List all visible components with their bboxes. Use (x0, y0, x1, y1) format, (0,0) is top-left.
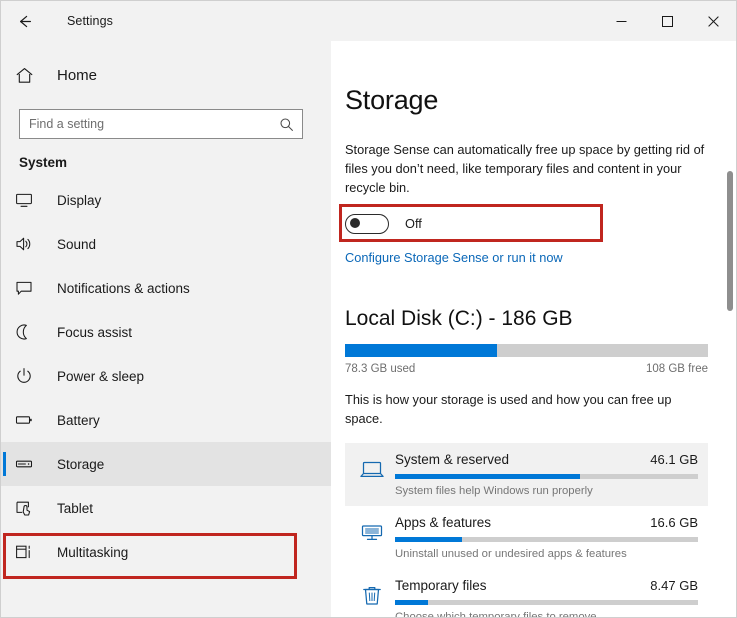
scrollbar-thumb[interactable] (727, 171, 733, 311)
storage-category-temporary-files[interactable]: Temporary files 8.47 GB Choose which tem… (345, 569, 708, 617)
storage-category-list: System & reserved 46.1 GB System files h… (345, 443, 708, 617)
category-usage-bar (395, 600, 698, 605)
category-name: System & reserved (395, 452, 509, 467)
storage-sense-toggle[interactable] (345, 214, 389, 234)
search-container (1, 95, 331, 139)
category-header: Temporary files 8.47 GB (395, 578, 698, 593)
sidebar-item-notifications[interactable]: Notifications & actions (1, 266, 331, 310)
back-button[interactable] (1, 1, 47, 41)
sidebar-item-power-sleep[interactable]: Power & sleep (1, 354, 331, 398)
sidebar-item-multitasking[interactable]: Multitasking (1, 530, 331, 574)
page-title: Storage (345, 85, 708, 116)
disk-usage-legend: 78.3 GB used 108 GB free (345, 363, 708, 375)
category-usage-bar-fill (395, 474, 580, 479)
sound-icon (15, 235, 43, 253)
category-header: Apps & features 16.6 GB (395, 515, 698, 530)
local-disk-title: Local Disk (C:) - 186 GB (345, 307, 708, 331)
category-usage-bar-fill (395, 600, 428, 605)
category-body: System & reserved 46.1 GB System files h… (395, 452, 698, 497)
storage-usage-description: This is how your storage is used and how… (345, 391, 695, 429)
title-bar: Settings (1, 1, 736, 41)
sidebar: Home System (1, 41, 331, 617)
sidebar-item-focus-assist[interactable]: Focus assist (1, 310, 331, 354)
battery-icon (15, 411, 43, 429)
minimize-button[interactable] (598, 1, 644, 41)
storage-sense-description: Storage Sense can automatically free up … (345, 141, 705, 198)
sidebar-item-label: Storage (57, 457, 104, 472)
sidebar-item-label: Sound (57, 237, 96, 252)
sidebar-home-label: Home (57, 67, 97, 84)
app-title: Settings (67, 14, 113, 28)
home-icon (15, 66, 43, 85)
category-size: 16.6 GB (650, 515, 698, 530)
moon-icon (15, 323, 43, 341)
close-button[interactable] (690, 1, 736, 41)
disk-usage-bar (345, 344, 708, 357)
storage-sense-toggle-state: Off (405, 216, 422, 231)
category-body: Temporary files 8.47 GB Choose which tem… (395, 578, 698, 617)
sidebar-item-label: Display (57, 193, 101, 208)
category-size: 46.1 GB (650, 452, 698, 467)
sidebar-item-label: Focus assist (57, 325, 132, 340)
disk-used-label: 78.3 GB used (345, 363, 415, 375)
sidebar-item-sound[interactable]: Sound (1, 222, 331, 266)
category-subtitle: Choose which temporary files to remove (395, 611, 698, 617)
configure-storage-sense-link[interactable]: Configure Storage Sense or run it now (345, 248, 563, 267)
window-controls (598, 1, 736, 41)
trash-icon (349, 578, 395, 609)
category-subtitle: Uninstall unused or undesired apps & fea… (395, 548, 698, 560)
power-icon (15, 367, 43, 385)
category-usage-bar (395, 537, 698, 542)
main-scrollbar[interactable] (727, 85, 733, 611)
category-name: Apps & features (395, 515, 491, 530)
toggle-knob (350, 218, 360, 228)
sidebar-item-battery[interactable]: Battery (1, 398, 331, 442)
sidebar-item-label: Tablet (57, 501, 93, 516)
configure-link-row: Configure Storage Sense or run it now (345, 248, 708, 267)
notifications-icon (15, 279, 43, 297)
search-input[interactable] (20, 110, 302, 138)
title-bar-drag-area (113, 1, 598, 41)
monitor-keyboard-icon (349, 515, 395, 546)
sidebar-item-label: Power & sleep (57, 369, 144, 384)
sidebar-item-tablet[interactable]: Tablet (1, 486, 331, 530)
main-content: Storage Storage Sense can automatically … (331, 41, 736, 617)
sidebar-item-display[interactable]: Display (1, 178, 331, 222)
sidebar-item-label: Notifications & actions (57, 281, 190, 296)
title-bar-left: Settings (1, 1, 113, 41)
sidebar-nav-list: Display Sound (1, 176, 331, 574)
sidebar-item-label: Multitasking (57, 545, 128, 560)
category-body: Apps & features 16.6 GB Uninstall unused… (395, 515, 698, 560)
window-body: Home System (1, 41, 736, 617)
disk-free-label: 108 GB free (646, 363, 708, 375)
sidebar-section-title: System (1, 139, 331, 176)
category-subtitle: System files help Windows run properly (395, 485, 698, 497)
category-usage-bar-fill (395, 537, 462, 542)
storage-category-system-reserved[interactable]: System & reserved 46.1 GB System files h… (345, 443, 708, 506)
sidebar-item-label: Battery (57, 413, 100, 428)
category-size: 8.47 GB (650, 578, 698, 593)
sidebar-item-home[interactable]: Home (1, 55, 331, 95)
search-box[interactable] (19, 109, 303, 139)
category-header: System & reserved 46.1 GB (395, 452, 698, 467)
category-usage-bar (395, 474, 698, 479)
maximize-button[interactable] (644, 1, 690, 41)
settings-window: Settings (0, 0, 737, 618)
category-name: Temporary files (395, 578, 487, 593)
disk-usage-bar-fill (345, 344, 497, 357)
storage-sense-toggle-row: Off (345, 214, 708, 234)
laptop-icon (349, 452, 395, 483)
multitasking-icon (15, 543, 43, 561)
display-icon (15, 191, 43, 209)
tablet-icon (15, 499, 43, 517)
sidebar-item-storage[interactable]: Storage (1, 442, 331, 486)
storage-category-apps-features[interactable]: Apps & features 16.6 GB Uninstall unused… (345, 506, 708, 569)
search-icon[interactable] (275, 110, 297, 138)
storage-icon (15, 455, 43, 473)
